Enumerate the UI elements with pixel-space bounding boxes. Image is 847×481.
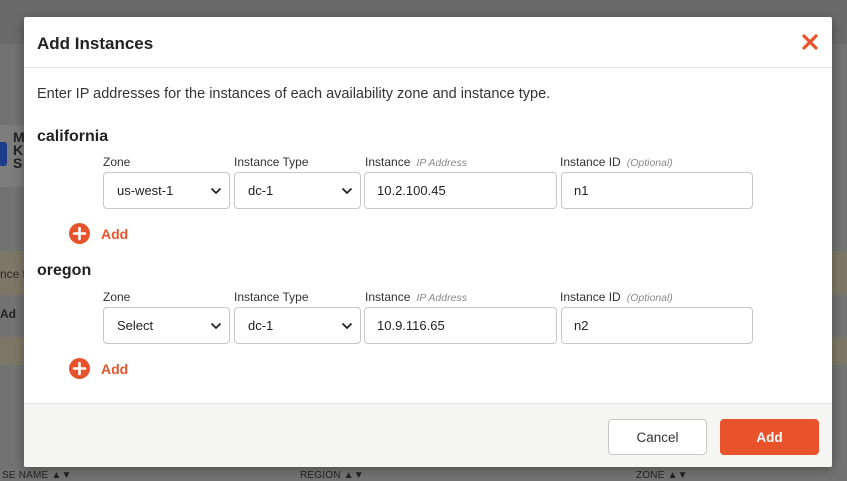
instance-type-label: Instance Type (234, 155, 309, 169)
plus-circle-icon (69, 358, 90, 379)
ip-address-input[interactable] (364, 307, 557, 344)
zone-label: Zone (103, 290, 131, 304)
zone-select[interactable]: us-west-1 (103, 172, 230, 209)
modal-title: Add Instances (37, 34, 154, 53)
add-instance-button[interactable]: Add (69, 358, 128, 379)
close-button[interactable] (800, 32, 820, 52)
background-logo (0, 142, 7, 166)
instance-type-select[interactable]: dc-1 (234, 307, 361, 344)
background-add-text: Ad (0, 307, 16, 321)
optional-hint: (Optional) (626, 157, 673, 169)
chevron-down-icon (341, 187, 353, 195)
chevron-down-icon (210, 187, 222, 195)
instance-type-select-value: dc-1 (248, 318, 274, 333)
instance-type-select[interactable]: dc-1 (234, 172, 361, 209)
section-title: oregon (37, 262, 92, 279)
add-submit-button[interactable]: Add (720, 419, 819, 455)
chevron-down-icon (210, 322, 222, 330)
add-instance-label: Add (101, 360, 129, 377)
zone-label: Zone (103, 155, 131, 169)
plus-circle-icon (69, 223, 90, 244)
instance-id-input[interactable] (561, 307, 753, 344)
zone-select[interactable]: Select (103, 307, 230, 344)
zone-select-value: us-west-1 (117, 183, 174, 198)
ip-address-hint: IP Address (416, 292, 467, 304)
zone-select-value: Select (117, 318, 154, 333)
modal-header: Add Instances (24, 17, 832, 68)
chevron-down-icon (341, 322, 353, 330)
instance-id-input[interactable] (561, 172, 753, 209)
close-icon (802, 34, 818, 50)
ip-address-input[interactable] (364, 172, 557, 209)
section-title: california (37, 128, 109, 145)
add-instances-modal: Add Instances Enter IP addresses for the… (24, 17, 832, 467)
cancel-button[interactable]: Cancel (608, 419, 707, 455)
instance-id-label: Instance ID (Optional) (560, 290, 673, 304)
background-alert-text: nce t (0, 267, 27, 281)
instance-label: Instance IP Address (365, 290, 467, 304)
background-card-text: M K S (13, 129, 25, 171)
optional-hint: (Optional) (626, 292, 673, 304)
instance-type-label: Instance Type (234, 290, 309, 304)
modal-footer: Cancel Add (24, 403, 832, 467)
background-column-name: SE NAME ▲▼ (2, 470, 72, 481)
add-instance-label: Add (101, 225, 129, 242)
modal-intro-text: Enter IP addresses for the instances of … (37, 86, 551, 102)
instance-id-label: Instance ID (Optional) (560, 155, 673, 169)
add-instance-button[interactable]: Add (69, 223, 128, 244)
background-column-zone: ZONE ▲▼ (636, 470, 688, 481)
ip-address-hint: IP Address (416, 157, 467, 169)
instance-label: Instance IP Address (365, 155, 467, 169)
instance-type-select-value: dc-1 (248, 183, 274, 198)
background-column-region: REGION ▲▼ (300, 470, 364, 481)
